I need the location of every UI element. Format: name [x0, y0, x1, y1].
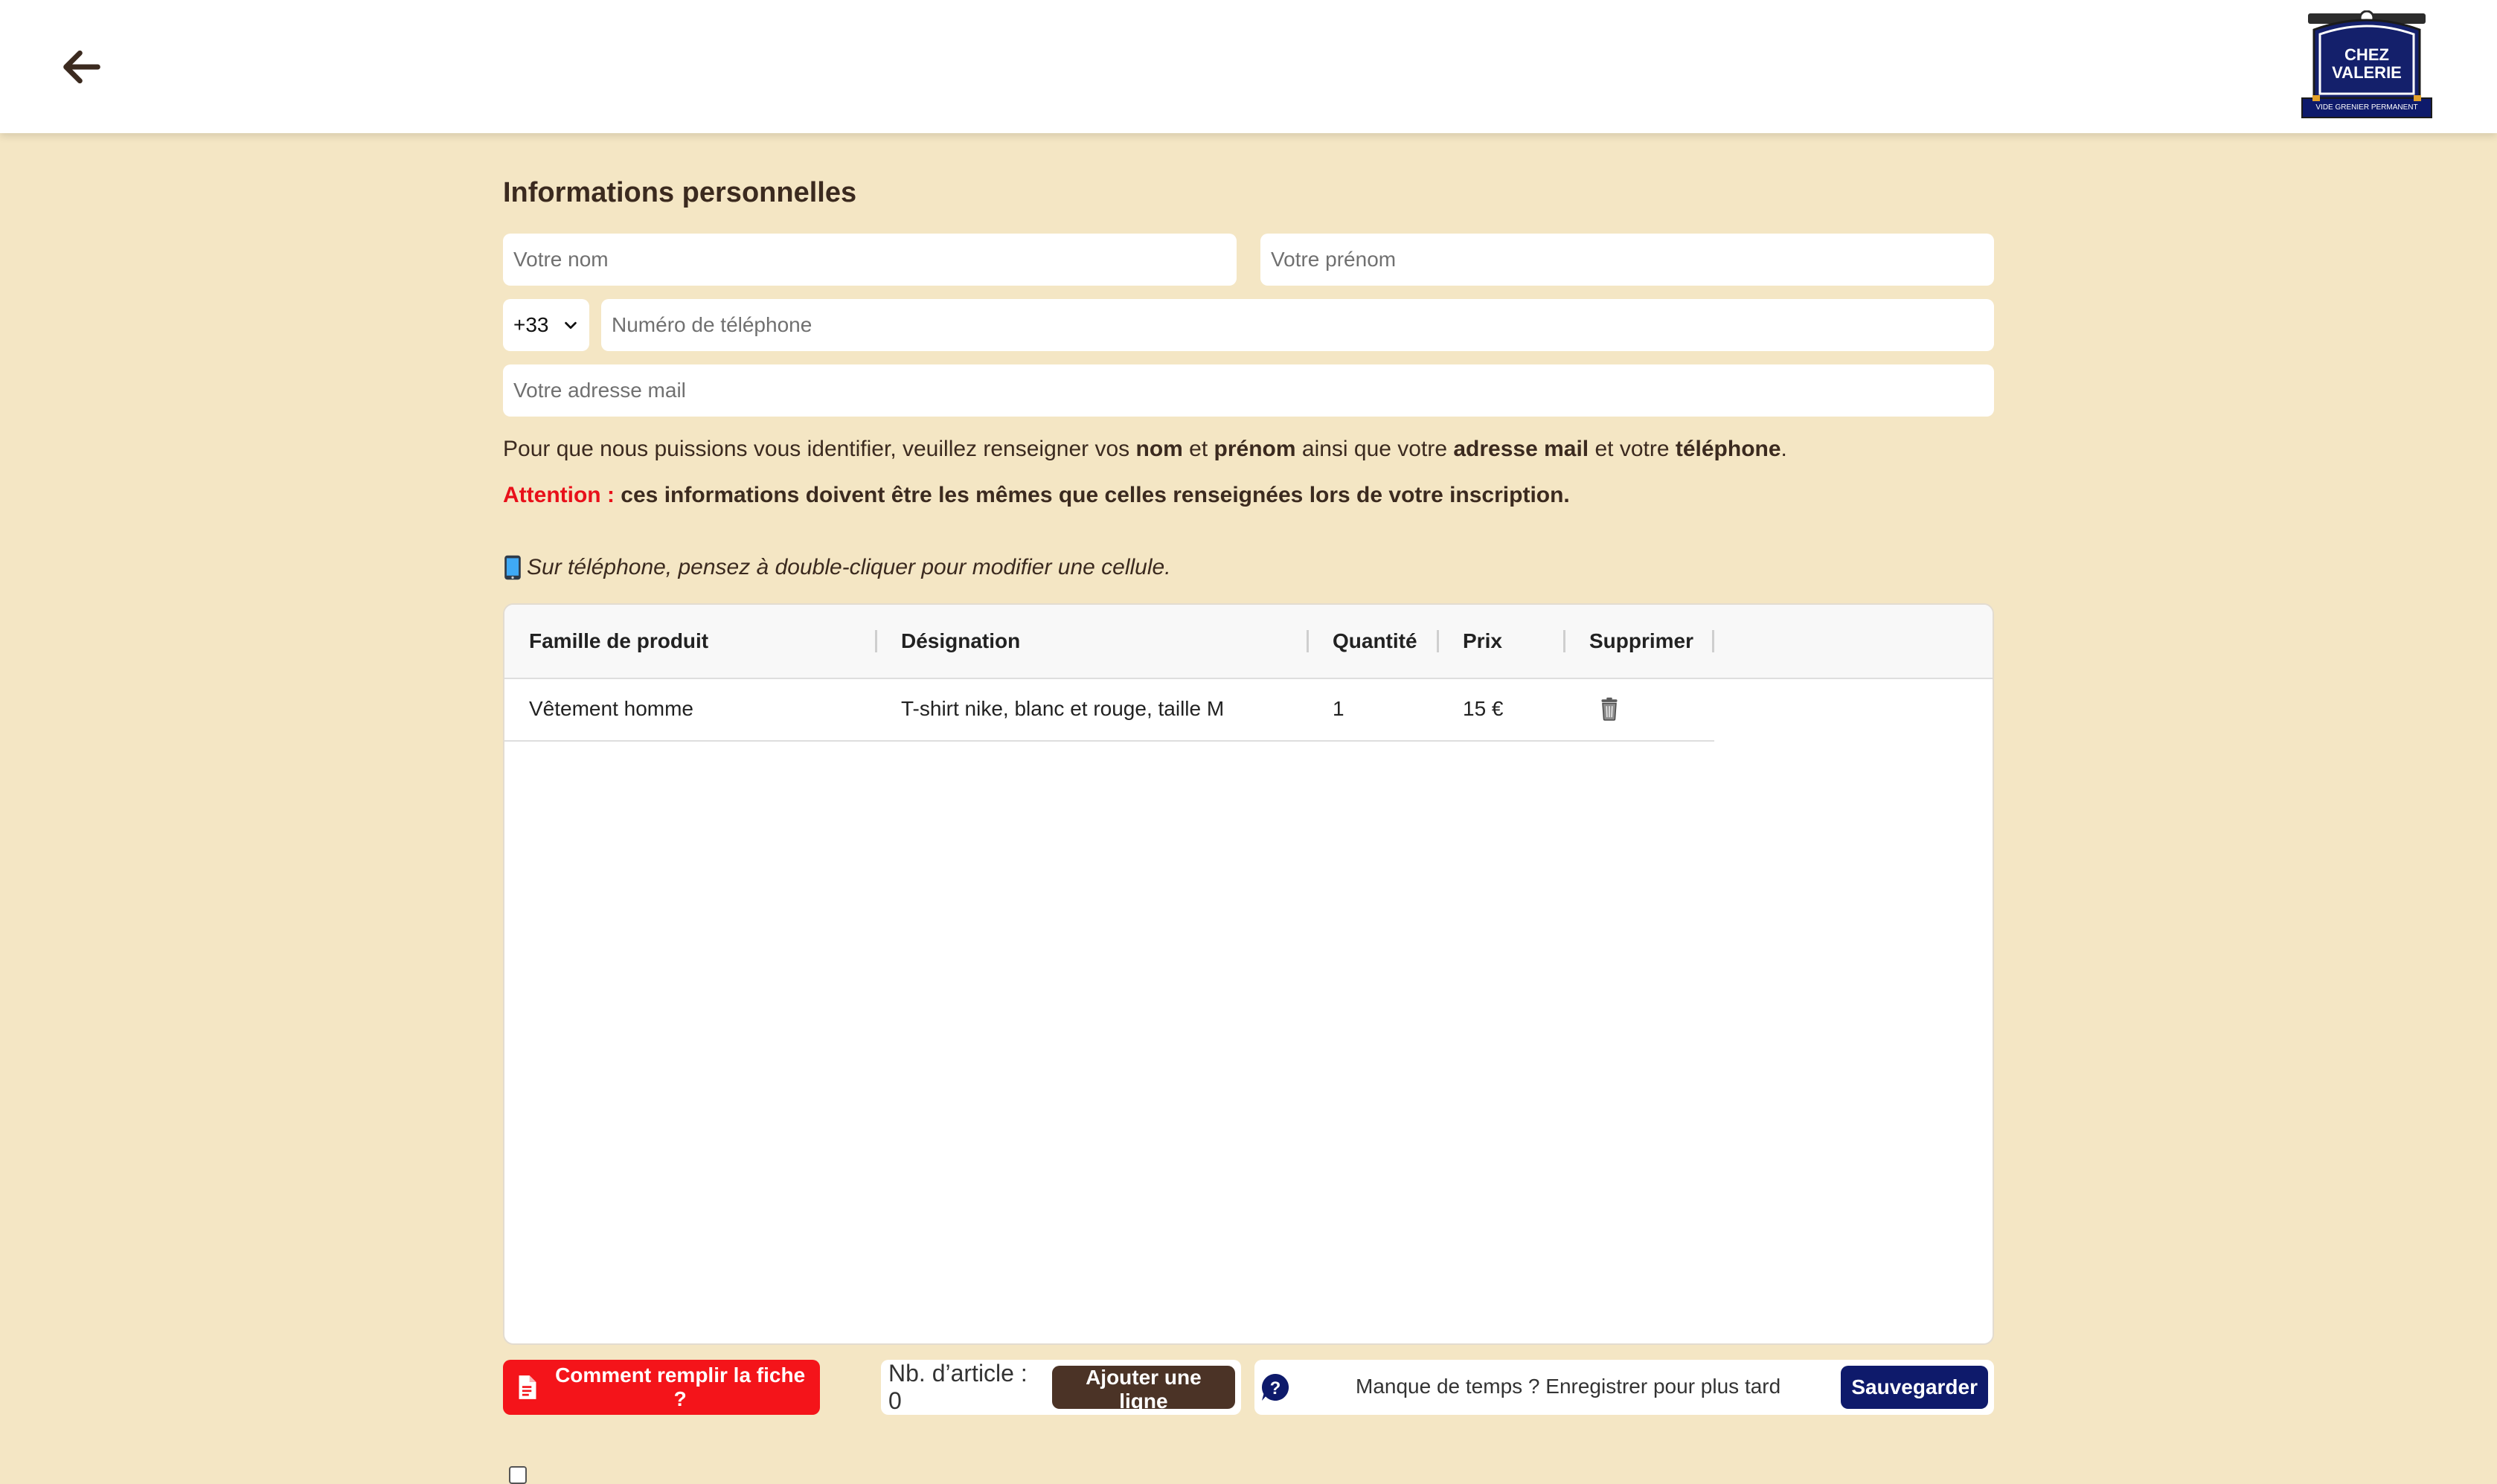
back-button[interactable] — [52, 37, 112, 97]
column-separator[interactable] — [1712, 630, 1714, 652]
article-count-panel: Nb. d’article : 0 Ajouter une ligne — [881, 1360, 1241, 1415]
column-separator[interactable] — [875, 630, 877, 652]
last-name-input[interactable] — [503, 234, 1237, 286]
table-header: Famille de produit Désignation Quantité … — [504, 605, 1993, 679]
question-icon[interactable]: ? — [1260, 1372, 1290, 1402]
email-input[interactable] — [503, 364, 1994, 417]
column-header-delete[interactable]: Supprimer — [1589, 605, 1693, 678]
phone-icon — [504, 555, 521, 580]
chevron-down-icon — [565, 321, 577, 330]
column-header-family[interactable]: Famille de produit — [529, 605, 708, 678]
save-later-panel: ? Manque de temps ? Enregistrer pour plu… — [1254, 1360, 1994, 1415]
column-separator[interactable] — [1563, 630, 1565, 652]
arrow-left-icon — [63, 50, 100, 84]
cell-price[interactable]: 15 € — [1463, 678, 1504, 740]
document-icon — [519, 1375, 536, 1399]
first-name-input[interactable] — [1260, 234, 1994, 286]
save-button[interactable]: Sauvegarder — [1841, 1366, 1988, 1409]
country-code-select[interactable]: +33 — [503, 299, 589, 351]
brand-logo[interactable]: CHEZ VALERIE VIDE GRENIER PERMANENT — [2298, 10, 2436, 121]
how-to-fill-label: Comment remplir la fiche ? — [555, 1363, 806, 1410]
attention-notice: Attention : ces informations doivent êtr… — [503, 483, 1570, 508]
column-separator[interactable] — [1437, 630, 1439, 652]
cell-quantity[interactable]: 1 — [1333, 678, 1344, 740]
certify-checkbox[interactable] — [509, 1466, 527, 1484]
phone-input[interactable] — [601, 299, 1994, 351]
products-table: Famille de produit Désignation Quantité … — [503, 603, 1994, 1345]
cell-family[interactable]: Vêtement homme — [529, 678, 693, 740]
logo-line-2: VALERIE — [2332, 63, 2402, 82]
svg-text:?: ? — [1270, 1378, 1281, 1398]
save-later-text: Manque de temps ? Enregistrer pour plus … — [1356, 1375, 1781, 1398]
article-count: Nb. d’article : 0 — [888, 1360, 1028, 1414]
trash-icon — [1601, 697, 1618, 721]
country-code-value: +33 — [513, 313, 549, 336]
attention-text: ces informations doivent être les mêmes … — [614, 483, 1570, 507]
add-row-button[interactable]: Ajouter une ligne — [1051, 1366, 1235, 1413]
mobile-hint: Sur téléphone, pensez à double-cliquer p… — [503, 554, 1171, 581]
attention-label: Attention : — [503, 483, 615, 507]
mobile-hint-text: Sur téléphone, pensez à double-cliquer p… — [527, 555, 1171, 579]
logo-tagline: VIDE GRENIER PERMANENT — [2315, 103, 2418, 112]
table-row: Vêtement homme T-shirt nike, blanc et ro… — [504, 678, 1714, 742]
section-title: Informations personnelles — [503, 177, 857, 208]
column-header-quantity[interactable]: Quantité — [1333, 605, 1417, 678]
column-separator[interactable] — [1307, 630, 1309, 652]
top-header: CHEZ VALERIE VIDE GRENIER PERMANENT — [0, 0, 2497, 133]
logo-line-1: CHEZ — [2344, 45, 2389, 64]
column-header-price[interactable]: Prix — [1463, 605, 1502, 678]
identification-info: Pour que nous puissions vous identifier,… — [503, 437, 1787, 461]
cell-designation[interactable]: T-shirt nike, blanc et rouge, taille M — [901, 678, 1224, 740]
how-to-fill-button[interactable]: Comment remplir la fiche ? — [503, 1360, 820, 1415]
delete-row-button[interactable] — [1598, 678, 1621, 740]
column-header-designation[interactable]: Désignation — [901, 605, 1020, 678]
